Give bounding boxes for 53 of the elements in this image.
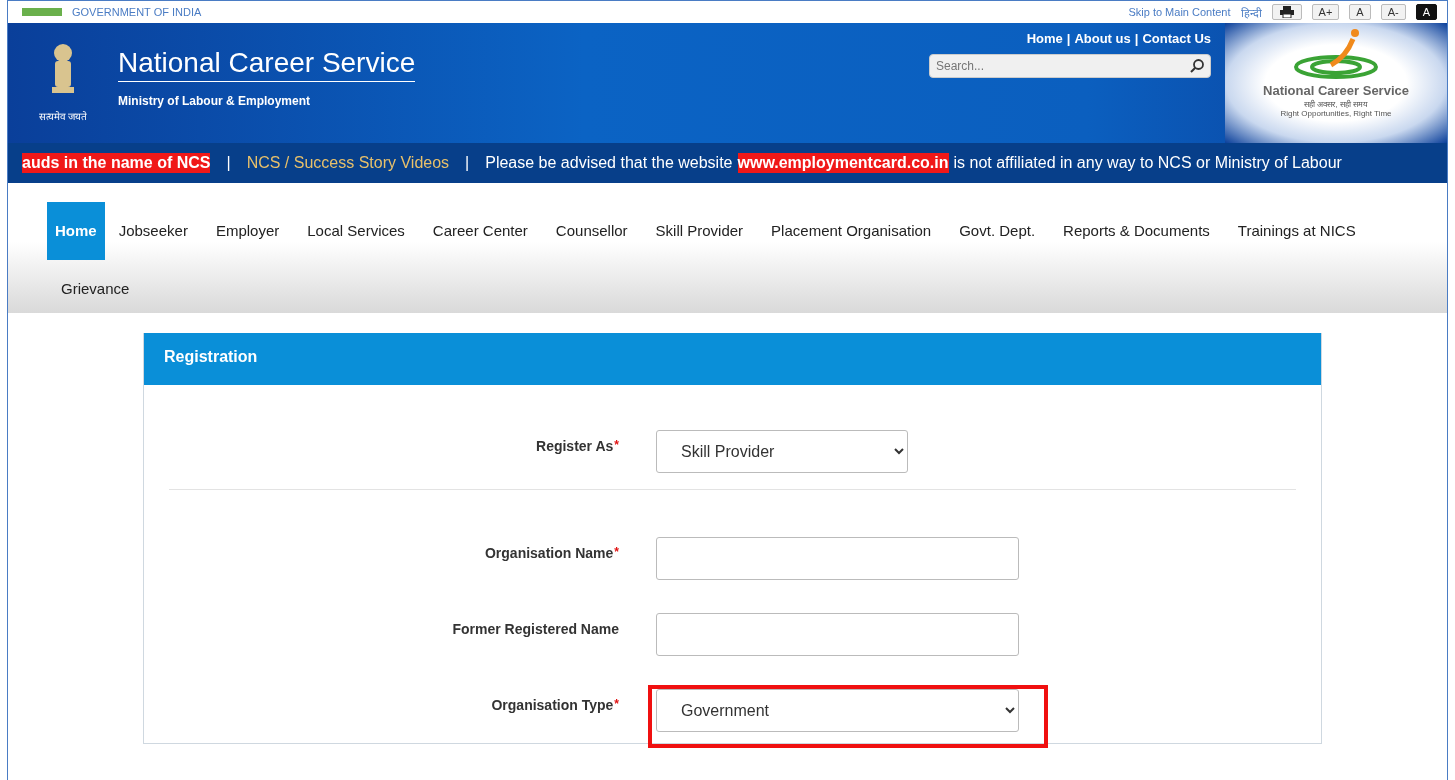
ticker-text: is not affiliated in any way to NCS or Ministry of Labour [953,153,1342,173]
nav-link[interactable]: Trainings at NICS [1223,202,1370,260]
site-subtitle: Ministry of Labour & Employment [118,94,311,108]
government-label: GOVERNMENT OF INDIA [72,6,203,18]
required-mark: * [614,545,619,559]
panel-header: Registration [144,333,1321,385]
language-link[interactable]: हिन्दी [1240,4,1262,20]
search-icon[interactable] [1189,58,1205,74]
logo-tagline: Right Opportunities, Right Time [1280,109,1392,118]
ticker-separator: | [226,153,231,173]
ticker-link[interactable]: NCS / Success Story Videos [246,153,450,173]
nav-link[interactable]: Counsellor [541,202,642,260]
link-separator: | [1066,31,1071,46]
dropdown[interactable]: Government [656,688,1019,732]
ticker-text: Please be advised that the website [485,153,733,173]
link-separator: | [1134,31,1139,46]
header-link[interactable]: Contact Us [1142,31,1211,46]
nav-link[interactable]: Grievance [47,260,144,318]
text-size-button[interactable]: A [1349,4,1371,20]
flag-icon [22,8,62,16]
nav-link[interactable]: Local Services [293,202,419,260]
nav-link[interactable]: Govt. Dept. [945,202,1050,260]
text-size-button[interactable]: A+ [1311,4,1340,20]
search-field[interactable]: Search... [929,54,1211,78]
field-label: Organisation Name [484,545,614,561]
nav-link[interactable]: Placement Organisation [757,202,946,260]
emblem-caption: सत्यमेव जयते [38,110,88,123]
dropdown[interactable]: Skill Provider [656,429,908,473]
ticker-separator: | [465,153,470,173]
nav-link[interactable]: Jobseeker [104,202,202,260]
logo-tagline: सही अवसर, सही समय [1304,98,1368,109]
nav-link[interactable]: Career Center [418,202,542,260]
printer-icon [1278,6,1295,18]
nav-link[interactable]: Home [47,202,105,260]
header-link[interactable]: About us [1074,31,1131,46]
print-button[interactable] [1271,4,1302,20]
required-mark: * [614,697,619,711]
text-size-button[interactable]: A [1415,4,1437,20]
site-title[interactable]: National Career Service [118,47,416,82]
header-link[interactable]: Home [1026,31,1063,46]
text-size-button[interactable]: A- [1380,4,1406,20]
skip-link[interactable]: Skip to Main Content [1128,6,1231,18]
nav-link[interactable]: Skill Provider [641,202,758,260]
input-field[interactable] [656,536,1019,580]
required-mark: * [614,438,619,452]
nav-link[interactable]: Reports & Documents [1049,202,1224,260]
nav-link[interactable]: Employer [201,202,294,260]
input-field[interactable] [656,612,1019,656]
logo-name: National Career Service [1263,83,1409,98]
field-label: Former Registered Name [452,621,619,637]
field-label: Organisation Type [491,697,614,713]
highlighted-notice: auds in the name of NCS [22,153,211,173]
field-label: Register As [536,438,614,454]
